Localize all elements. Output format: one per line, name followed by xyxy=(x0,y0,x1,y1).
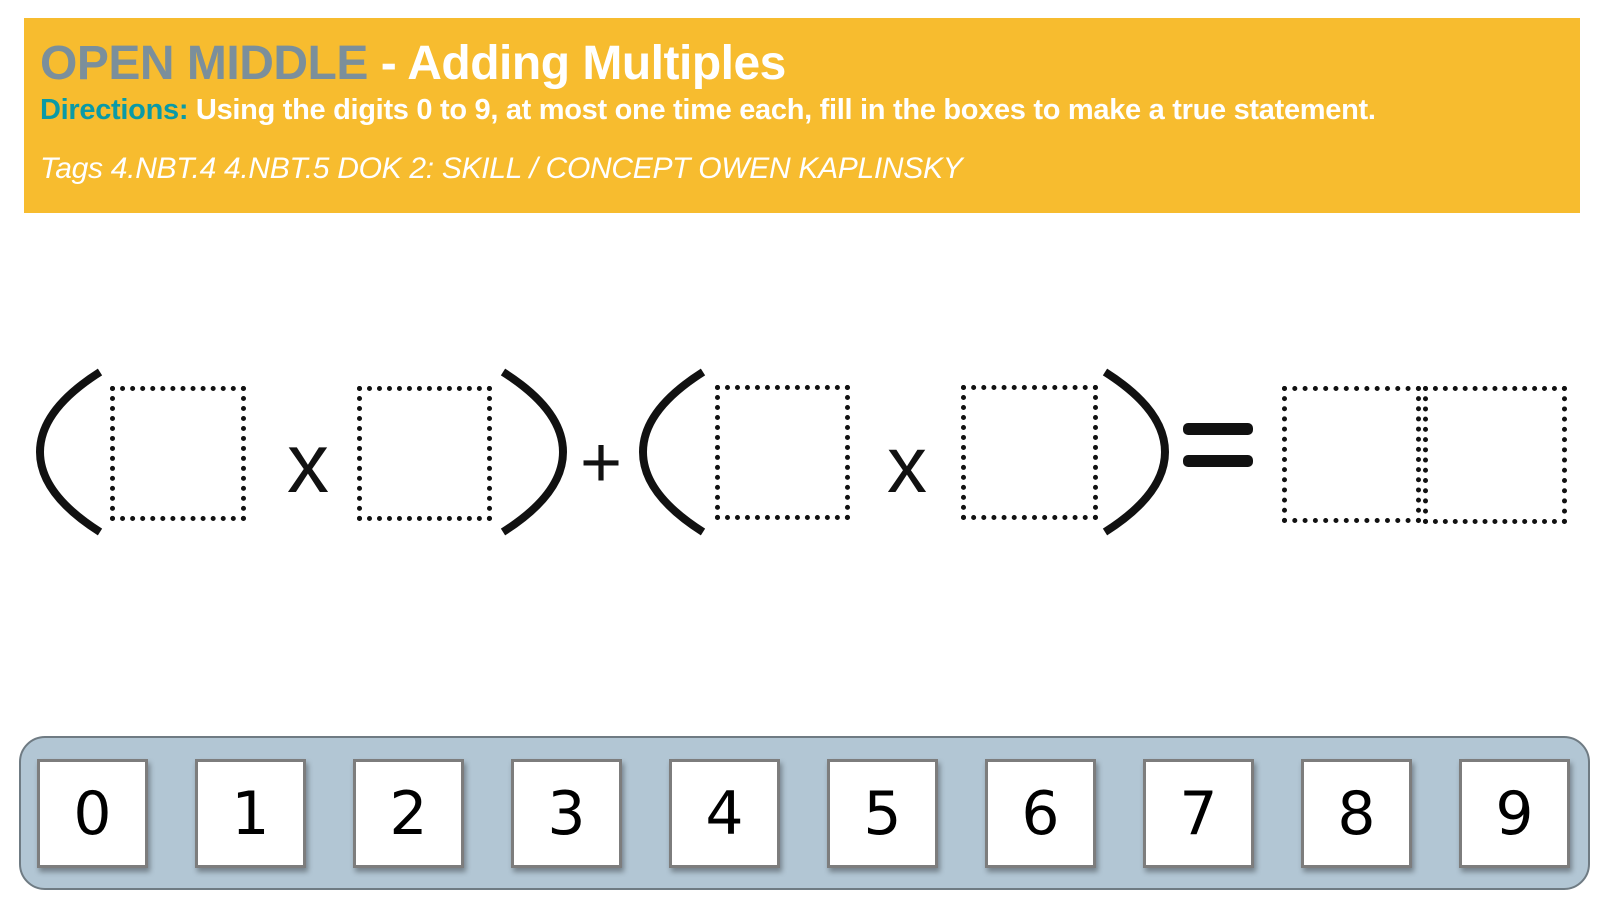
digit-tile-4[interactable]: 4 xyxy=(669,759,780,868)
right-paren-2 xyxy=(1102,368,1170,536)
digit-tile-3[interactable]: 3 xyxy=(511,759,622,868)
digit-tile-7[interactable]: 7 xyxy=(1143,759,1254,868)
left-paren-1 xyxy=(35,368,103,536)
answer-box-1[interactable] xyxy=(110,386,246,521)
plus-sign: + xyxy=(580,423,622,503)
digit-tile-6[interactable]: 6 xyxy=(985,759,1096,868)
right-paren-1 xyxy=(500,368,568,536)
times-sign-1: x xyxy=(287,416,329,510)
equals-sign-top xyxy=(1183,423,1253,435)
digit-tile-9[interactable]: 9 xyxy=(1459,759,1570,868)
times-sign-2: x xyxy=(887,420,927,509)
digit-tile-1[interactable]: 1 xyxy=(195,759,306,868)
answer-box-5[interactable] xyxy=(1282,386,1421,523)
answer-box-2[interactable] xyxy=(357,386,492,521)
answer-box-4[interactable] xyxy=(961,385,1098,520)
digit-tile-8[interactable]: 8 xyxy=(1301,759,1412,868)
left-paren-2 xyxy=(638,368,706,536)
equals-sign-bottom xyxy=(1183,455,1253,467)
digit-tile-5[interactable]: 5 xyxy=(827,759,938,868)
answer-box-3[interactable] xyxy=(715,385,850,520)
answer-box-6[interactable] xyxy=(1423,386,1567,524)
digit-tile-2[interactable]: 2 xyxy=(353,759,464,868)
digit-tile-0[interactable]: 0 xyxy=(37,759,148,868)
